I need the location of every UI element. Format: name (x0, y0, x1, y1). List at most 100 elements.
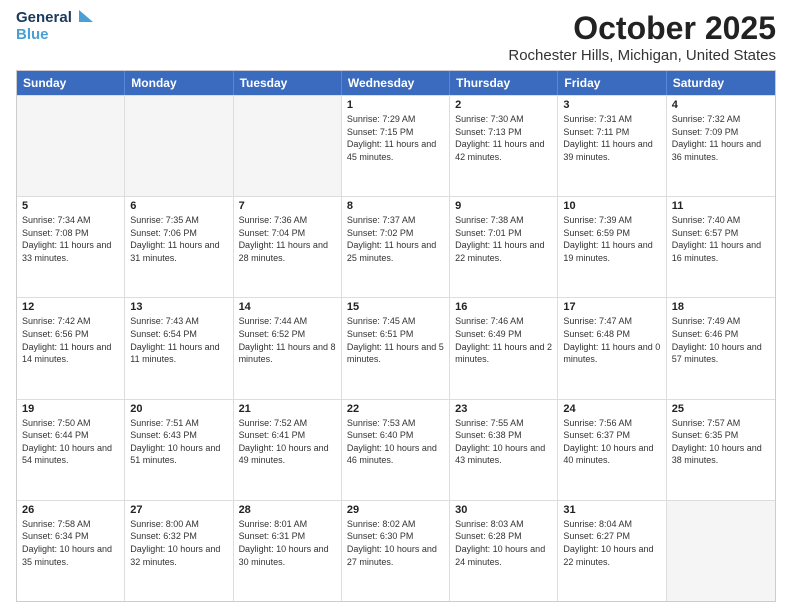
calendar-row-4: 19 Sunrise: 7:50 AMSunset: 6:44 PMDayligh… (17, 399, 775, 500)
cell-info: Sunrise: 8:03 AMSunset: 6:28 PMDaylight:… (455, 518, 552, 568)
calendar-cell: 10Sunrise: 7:39 AMSunset: 6:59 PMDayligh… (558, 197, 666, 297)
calendar-cell: 28Sunrise: 8:01 AMSunset: 6:31 PMDayligh… (234, 501, 342, 601)
header-friday: Friday (558, 71, 666, 95)
cell-info: Sunrise: 8:00 AMSunset: 6:32 PMDaylight:… (130, 518, 227, 568)
cell-info: Sunrise: 7:51 AMSunset: 6:43 PMDaylight:… (130, 417, 227, 467)
calendar-cell: 13Sunrise: 7:43 AMSunset: 6:54 PMDayligh… (125, 298, 233, 398)
day-number: 1 (347, 99, 444, 111)
calendar-cell: 27 Sunrise: 8:00 AMSunset: 6:32 PMDayligh… (125, 501, 233, 601)
calendar-row-3: 12Sunrise: 7:42 AMSunset: 6:56 PMDayligh… (17, 297, 775, 398)
calendar-cell: 31 Sunrise: 8:04 AMSunset: 6:27 PMDayligh… (558, 501, 666, 601)
day-number: 26 (22, 504, 119, 516)
day-number: 27 (130, 504, 227, 516)
day-number: 2 (455, 99, 552, 111)
calendar-cell: 24 Sunrise: 7:56 AMSunset: 6:37 PMDayligh… (558, 400, 666, 500)
header: General Blue October 2025 Rochester Hill… (16, 10, 776, 64)
day-number: 8 (347, 200, 444, 212)
calendar-cell (125, 96, 233, 196)
cell-info: Sunrise: 7:53 AMSunset: 6:40 PMDaylight:… (347, 417, 444, 467)
calendar-cell: 30 Sunrise: 8:03 AMSunset: 6:28 PMDayligh… (450, 501, 558, 601)
calendar-cell: 4Sunrise: 7:32 AMSunset: 7:09 PMDaylight… (667, 96, 775, 196)
logo: General Blue (16, 10, 95, 43)
day-number: 23 (455, 403, 552, 415)
day-number: 21 (239, 403, 336, 415)
calendar-cell: 25Sunrise: 7:57 AMSunset: 6:35 PMDayligh… (667, 400, 775, 500)
cell-info: Sunrise: 8:04 AMSunset: 6:27 PMDaylight:… (563, 518, 660, 568)
logo-blue: Blue (16, 27, 72, 44)
calendar-cell: 1 Sunrise: 7:29 AMSunset: 7:15 PMDaylight… (342, 96, 450, 196)
cell-info: Sunrise: 7:56 AMSunset: 6:37 PMDaylight:… (563, 417, 660, 467)
calendar-cell: 7 Sunrise: 7:36 AMSunset: 7:04 PMDaylight… (234, 197, 342, 297)
day-number: 9 (455, 200, 552, 212)
calendar-cell: 17Sunrise: 7:47 AMSunset: 6:48 PMDayligh… (558, 298, 666, 398)
day-number: 13 (130, 301, 227, 313)
header-monday: Monday (125, 71, 233, 95)
cell-info: Sunrise: 7:55 AMSunset: 6:38 PMDaylight:… (455, 417, 552, 467)
calendar-cell: 5Sunrise: 7:34 AMSunset: 7:08 PMDaylight… (17, 197, 125, 297)
calendar-cell (667, 501, 775, 601)
calendar-cell: 19 Sunrise: 7:50 AMSunset: 6:44 PMDayligh… (17, 400, 125, 500)
day-number: 16 (455, 301, 552, 313)
day-number: 19 (22, 403, 119, 415)
calendar-cell: 2 Sunrise: 7:30 AMSunset: 7:13 PMDaylight… (450, 96, 558, 196)
day-number: 20 (130, 403, 227, 415)
cell-info: Sunrise: 7:29 AMSunset: 7:15 PMDaylight:… (347, 113, 444, 163)
cell-info: Sunrise: 7:45 AMSunset: 6:51 PMDaylight:… (347, 315, 444, 365)
page: General Blue October 2025 Rochester Hill… (0, 0, 792, 612)
cell-info: Sunrise: 7:36 AMSunset: 7:04 PMDaylight:… (239, 214, 336, 264)
header-sunday: Sunday (17, 71, 125, 95)
header-thursday: Thursday (450, 71, 558, 95)
calendar-cell: 11Sunrise: 7:40 AMSunset: 6:57 PMDayligh… (667, 197, 775, 297)
header-saturday: Saturday (667, 71, 775, 95)
logo-general: General (16, 10, 72, 27)
calendar-row-2: 5Sunrise: 7:34 AMSunset: 7:08 PMDaylight… (17, 196, 775, 297)
calendar-cell: 6Sunrise: 7:35 AMSunset: 7:06 PMDaylight… (125, 197, 233, 297)
day-number: 10 (563, 200, 660, 212)
logo-mark: General Blue (16, 10, 95, 43)
calendar-cell: 21 Sunrise: 7:52 AMSunset: 6:41 PMDayligh… (234, 400, 342, 500)
cell-info: Sunrise: 7:37 AMSunset: 7:02 PMDaylight:… (347, 214, 444, 264)
day-number: 18 (672, 301, 770, 313)
calendar-cell: 22Sunrise: 7:53 AMSunset: 6:40 PMDayligh… (342, 400, 450, 500)
calendar-row-1: 1 Sunrise: 7:29 AMSunset: 7:15 PMDaylight… (17, 95, 775, 196)
day-number: 3 (563, 99, 660, 111)
subtitle: Rochester Hills, Michigan, United States (508, 47, 776, 64)
header-wednesday: Wednesday (342, 71, 450, 95)
calendar: Sunday Monday Tuesday Wednesday Thursday… (16, 70, 776, 602)
calendar-row-5: 26 Sunrise: 7:58 AMSunset: 6:34 PMDayligh… (17, 500, 775, 601)
cell-info: Sunrise: 7:50 AMSunset: 6:44 PMDaylight:… (22, 417, 119, 467)
day-number: 5 (22, 200, 119, 212)
day-number: 24 (563, 403, 660, 415)
calendar-cell (17, 96, 125, 196)
title-block: October 2025 Rochester Hills, Michigan, … (508, 10, 776, 64)
calendar-cell: 26 Sunrise: 7:58 AMSunset: 6:34 PMDayligh… (17, 501, 125, 601)
cell-info: Sunrise: 8:02 AMSunset: 6:30 PMDaylight:… (347, 518, 444, 568)
calendar-cell: 8 Sunrise: 7:37 AMSunset: 7:02 PMDaylight… (342, 197, 450, 297)
calendar-cell: 23 Sunrise: 7:55 AMSunset: 6:38 PMDayligh… (450, 400, 558, 500)
day-number: 31 (563, 504, 660, 516)
day-number: 25 (672, 403, 770, 415)
logo-text-block: General Blue (16, 10, 72, 43)
calendar-cell: 16Sunrise: 7:46 AMSunset: 6:49 PMDayligh… (450, 298, 558, 398)
calendar-cell: 18 Sunrise: 7:49 AMSunset: 6:46 PMDayligh… (667, 298, 775, 398)
cell-info: Sunrise: 7:49 AMSunset: 6:46 PMDaylight:… (672, 315, 770, 365)
calendar-header: Sunday Monday Tuesday Wednesday Thursday… (17, 71, 775, 95)
day-number: 11 (672, 200, 770, 212)
calendar-cell: 14 Sunrise: 7:44 AMSunset: 6:52 PMDayligh… (234, 298, 342, 398)
cell-info: Sunrise: 7:38 AMSunset: 7:01 PMDaylight:… (455, 214, 552, 264)
day-number: 14 (239, 301, 336, 313)
day-number: 15 (347, 301, 444, 313)
calendar-cell: 15 Sunrise: 7:45 AMSunset: 6:51 PMDayligh… (342, 298, 450, 398)
main-title: October 2025 (508, 10, 776, 47)
cell-info: Sunrise: 8:01 AMSunset: 6:31 PMDaylight:… (239, 518, 336, 568)
day-number: 6 (130, 200, 227, 212)
cell-info: Sunrise: 7:30 AMSunset: 7:13 PMDaylight:… (455, 113, 552, 163)
day-number: 4 (672, 99, 770, 111)
calendar-cell: 29 Sunrise: 8:02 AMSunset: 6:30 PMDayligh… (342, 501, 450, 601)
day-number: 7 (239, 200, 336, 212)
day-number: 29 (347, 504, 444, 516)
day-number: 30 (455, 504, 552, 516)
cell-info: Sunrise: 7:44 AMSunset: 6:52 PMDaylight:… (239, 315, 336, 365)
cell-info: Sunrise: 7:58 AMSunset: 6:34 PMDaylight:… (22, 518, 119, 568)
cell-info: Sunrise: 7:52 AMSunset: 6:41 PMDaylight:… (239, 417, 336, 467)
